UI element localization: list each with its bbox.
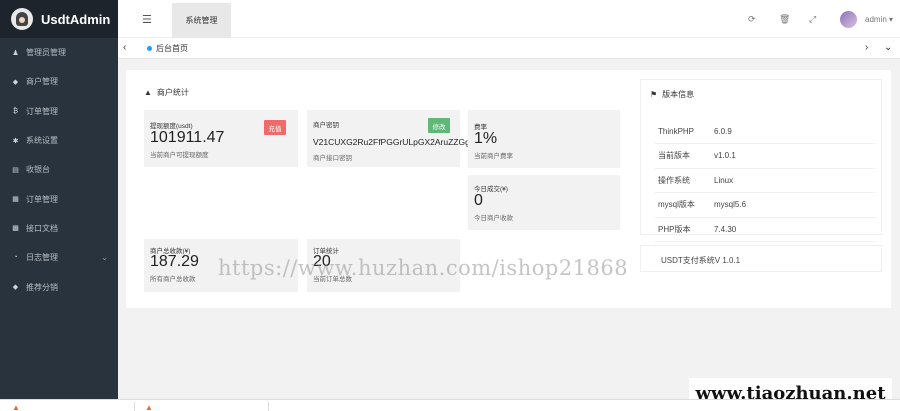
book-icon: ▩ bbox=[12, 225, 19, 233]
sidebar-item-6[interactable]: ▩ 接口文档 bbox=[0, 214, 118, 243]
key-card: 商户密钥 V21CUXG2Ru2FfPGGrULpGX2AruZZGg 商户接口… bbox=[307, 110, 470, 167]
version-row: mysql版本 mysql5.6 bbox=[655, 192, 876, 218]
today-card: 今日成交(¥) 0 今日商户收款 bbox=[468, 175, 620, 230]
chevron-left-icon[interactable]: ‹ bbox=[123, 42, 126, 53]
diamond-icon: ◆ bbox=[12, 78, 19, 86]
app-title: UsdtAdmin bbox=[41, 11, 111, 27]
version-row: 当前版本 v1.0.1 bbox=[655, 143, 876, 169]
divider bbox=[268, 402, 269, 411]
rate-desc: 当前商户费率 bbox=[474, 153, 513, 160]
version-panel: ⚑ 版本信息 ThinkPHP 6.0.9 当前版本 v1.0.1 操作系统 Linux m… bbox=[640, 79, 882, 242]
divider bbox=[134, 402, 135, 411]
version-key: 操作系统 bbox=[655, 168, 714, 193]
rate-card: 费率 1% 当前商户费率 bbox=[468, 110, 620, 168]
diamond-icon: ◆ bbox=[12, 284, 19, 292]
version-row: ThinkPHP 6.0.9 bbox=[655, 119, 876, 144]
total-value: 187.29 bbox=[150, 253, 199, 270]
version-row: 操作系统 Linux bbox=[655, 168, 876, 193]
sidebar-item-7[interactable]: ◔ 日志管理 ⌄ bbox=[0, 243, 118, 272]
sidebar: UsdtAdmin ♟ 管理员管理 ◆ 商户管理 ₿ 订单管理 ✱ 系统设置 ▤ 收银台 ▦ 订单管理… bbox=[0, 0, 118, 399]
bitcoin-icon: ₿ bbox=[12, 107, 19, 115]
version-title: ⚑ 版本信息 bbox=[650, 90, 695, 99]
fullscreen-icon[interactable]: ⤢ bbox=[809, 14, 816, 25]
system-version-panel: USDT支付系统V 1.0.1 bbox=[640, 245, 882, 272]
version-value: v1.0.1 bbox=[714, 143, 876, 169]
balance-value: 101911.47 bbox=[150, 129, 225, 146]
header: ☰ 系统管理 ⟳ 🗑 ⤢ admin ▾ bbox=[118, 0, 900, 38]
chevron-down-icon[interactable]: ⌄ bbox=[884, 42, 892, 53]
chevron-right-icon[interactable]: › bbox=[865, 42, 868, 53]
today-value: 0 bbox=[474, 192, 483, 209]
sidebar-item-1[interactable]: ◆ 商户管理 bbox=[0, 67, 118, 96]
version-key: PHP版本 bbox=[655, 217, 714, 242]
version-value: 7.4.30 bbox=[714, 217, 876, 242]
sidebar-item-label: 推荐分销 bbox=[26, 282, 58, 292]
tab-home[interactable]: 后台首页 bbox=[147, 43, 188, 54]
logo-avatar bbox=[11, 8, 33, 30]
flag-icon: ⚑ bbox=[650, 90, 658, 99]
sidebar-item-label: 订单管理 bbox=[26, 194, 58, 204]
tab-bar: ‹ 后台首页 › ⌄ bbox=[118, 38, 900, 59]
watermark: https://www.huzhan.com/ishop21868 bbox=[218, 256, 629, 280]
version-value: Linux bbox=[714, 168, 876, 193]
sidebar-item-3[interactable]: ✱ 系统设置 bbox=[0, 126, 118, 155]
key-desc: 商户接口密钥 bbox=[313, 155, 352, 162]
edit-key-button[interactable]: 修改 bbox=[428, 118, 450, 133]
version-key: ThinkPHP bbox=[655, 119, 714, 144]
balance-desc: 当前商户可提现额度 bbox=[150, 152, 209, 159]
chevron-down-icon: ▾ bbox=[889, 15, 894, 24]
key-value: V21CUXG2Ru2FfPGGrULpGX2AruZZGg bbox=[313, 137, 470, 147]
username: admin bbox=[865, 15, 887, 24]
version-value: 6.0.9 bbox=[714, 119, 876, 144]
rate-value: 1% bbox=[474, 130, 498, 147]
merchant-stats-title: ▲ 商户统计 bbox=[144, 88, 189, 97]
key-label: 商户密钥 bbox=[313, 122, 339, 129]
sidebar-item-label: 接口文档 bbox=[26, 223, 58, 233]
sidebar-item-8[interactable]: ◆ 推荐分销 bbox=[0, 272, 118, 301]
tab-home-label: 后台首页 bbox=[156, 44, 188, 53]
recharge-button[interactable]: 充值 bbox=[264, 120, 286, 135]
balance-card: 提现额度(usdt) 101911.47 当前商户可提现额度 充值 bbox=[144, 110, 298, 167]
warning-icon: ▲ bbox=[144, 88, 152, 97]
sidebar-item-4[interactable]: ▤ 收银台 bbox=[0, 155, 118, 184]
arrow-up-icon: ▲ bbox=[12, 403, 20, 411]
version-value: mysql5.6 bbox=[714, 192, 876, 218]
list-icon: ▤ bbox=[12, 166, 19, 174]
version-row: PHP版本 7.4.30 bbox=[655, 217, 876, 242]
sidebar-item-label: 收银台 bbox=[26, 165, 50, 175]
today-desc: 今日商户收款 bbox=[474, 215, 513, 222]
gear-icon: ✱ bbox=[12, 137, 19, 145]
sidebar-item-label: 系统设置 bbox=[26, 136, 58, 146]
version-key: 当前版本 bbox=[655, 143, 714, 169]
refresh-icon[interactable]: ⟳ bbox=[748, 14, 756, 25]
history-icon: ◔ bbox=[13, 254, 18, 262]
sidebar-item-5[interactable]: ▦ 订单管理 bbox=[0, 184, 118, 213]
bottom-strip: ▲ ▲ bbox=[0, 399, 900, 411]
chevron-down-icon: ⌄ bbox=[101, 253, 108, 263]
tab-system-management[interactable]: 系统管理 bbox=[172, 3, 231, 38]
active-dot-icon bbox=[147, 46, 152, 51]
version-table: ThinkPHP 6.0.9 当前版本 v1.0.1 操作系统 Linux mysql版本 m… bbox=[655, 119, 876, 242]
clear-cache-icon[interactable]: 🗑 bbox=[779, 14, 790, 25]
logo[interactable]: UsdtAdmin bbox=[0, 0, 118, 38]
total-desc: 所有商户总收款 bbox=[150, 276, 196, 283]
version-key: mysql版本 bbox=[655, 192, 714, 218]
sidebar-item-0[interactable]: ♟ 管理员管理 bbox=[0, 38, 118, 67]
system-version-text: USDT支付系统V 1.0.1 bbox=[661, 256, 741, 265]
sidebar-item-label: 日志管理 bbox=[26, 253, 58, 263]
avatar[interactable] bbox=[840, 11, 857, 28]
sidebar-item-label: 订单管理 bbox=[26, 106, 58, 116]
menu-toggle-icon[interactable]: ☰ bbox=[142, 13, 152, 26]
arrow-up-icon: ▲ bbox=[145, 403, 153, 411]
sidebar-item-label: 商户管理 bbox=[26, 77, 58, 87]
sidebar-item-label: 管理员管理 bbox=[26, 48, 66, 58]
sidebar-item-2[interactable]: ₿ 订单管理 bbox=[0, 97, 118, 126]
user-menu[interactable]: admin ▾ bbox=[865, 15, 893, 24]
sidebar-menu: ♟ 管理员管理 ◆ 商户管理 ₿ 订单管理 ✱ 系统设置 ▤ 收银台 ▦ 订单管理 ▩ 接口文档 ◔ 日志管理… bbox=[0, 38, 118, 302]
table-icon: ▦ bbox=[12, 196, 19, 204]
user-icon: ♟ bbox=[12, 49, 19, 57]
